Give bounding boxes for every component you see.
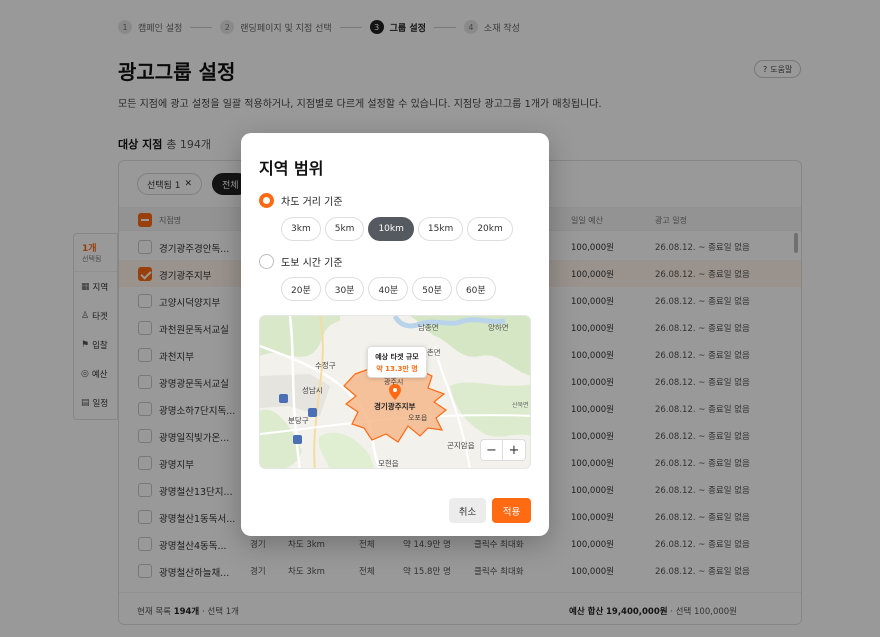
map-label: 곤지암읍 xyxy=(447,440,475,450)
road-distance-option[interactable]: 10km xyxy=(368,217,414,241)
walk-time-option[interactable]: 40분 xyxy=(368,277,409,301)
road-distance-option[interactable]: 3km xyxy=(281,217,321,241)
map-label: 오포읍 xyxy=(408,414,428,422)
apply-button[interactable]: 적용 xyxy=(492,498,531,523)
walk-time-option[interactable]: 50분 xyxy=(412,277,452,301)
modal-title: 지역 범위 xyxy=(259,159,324,178)
target-size-tooltip: 예상 타겟 규모 약 13.3만 명 xyxy=(367,346,427,378)
map-label: 분당구 xyxy=(288,415,309,425)
road-distance-pills: 3km 5km 10km 15km 20km xyxy=(281,217,513,241)
walk-time-option[interactable]: 30분 xyxy=(324,277,365,301)
map-label: 양하면 xyxy=(488,322,509,332)
zoom-out-button[interactable]: − xyxy=(481,440,503,460)
road-distance-option[interactable]: 차도 거리 기준 xyxy=(259,193,343,208)
road-distance-option[interactable]: 5km xyxy=(324,217,365,241)
map-center-label: 경기광주지부 xyxy=(374,401,415,411)
road-distance-radio[interactable] xyxy=(259,193,274,208)
walk-time-option[interactable]: 도보 시간 기준 xyxy=(259,254,343,269)
walk-time-label: 도보 시간 기준 xyxy=(281,258,343,269)
map-label: 광주시 xyxy=(384,378,403,386)
road-distance-option[interactable]: 15km xyxy=(417,217,464,241)
route-shield-icon xyxy=(308,408,317,417)
road-distance-option[interactable]: 20km xyxy=(467,217,513,241)
map-forest xyxy=(318,432,375,468)
road-distance-label: 차도 거리 기준 xyxy=(281,197,343,208)
region-range-modal: 지역 범위 차도 거리 기준 3km 5km 10km 15km 20km 도보 시간 … xyxy=(241,133,549,536)
tooltip-title: 예상 타겟 규모 xyxy=(375,353,419,361)
map-pin-dot xyxy=(393,388,397,392)
map-label: 남종면 xyxy=(418,322,439,332)
map-label: 산북면 xyxy=(512,401,529,409)
region-map[interactable]: 남종면 양하면 퇴촌면 수정구 성남시 광주시 분당구 오포읍 곤지암읍 모현읍… xyxy=(259,315,531,469)
map-label: 성남시 xyxy=(302,386,323,395)
walk-time-radio[interactable] xyxy=(259,254,274,269)
walk-time-option[interactable]: 60분 xyxy=(455,277,496,301)
zoom-in-button[interactable]: + xyxy=(503,440,525,460)
route-shield-icon xyxy=(279,394,288,403)
map-label: 수정구 xyxy=(315,360,336,370)
route-shield-icon xyxy=(293,435,302,444)
tooltip-value: 약 13.3만 명 xyxy=(376,365,418,373)
walk-time-pills: 20분 30분 40분 50분 60분 xyxy=(281,277,496,301)
map-label: 모현읍 xyxy=(378,459,399,468)
walk-time-option[interactable]: 20분 xyxy=(281,277,321,301)
zoom-control: − + xyxy=(480,439,526,461)
cancel-button[interactable]: 취소 xyxy=(449,498,486,523)
